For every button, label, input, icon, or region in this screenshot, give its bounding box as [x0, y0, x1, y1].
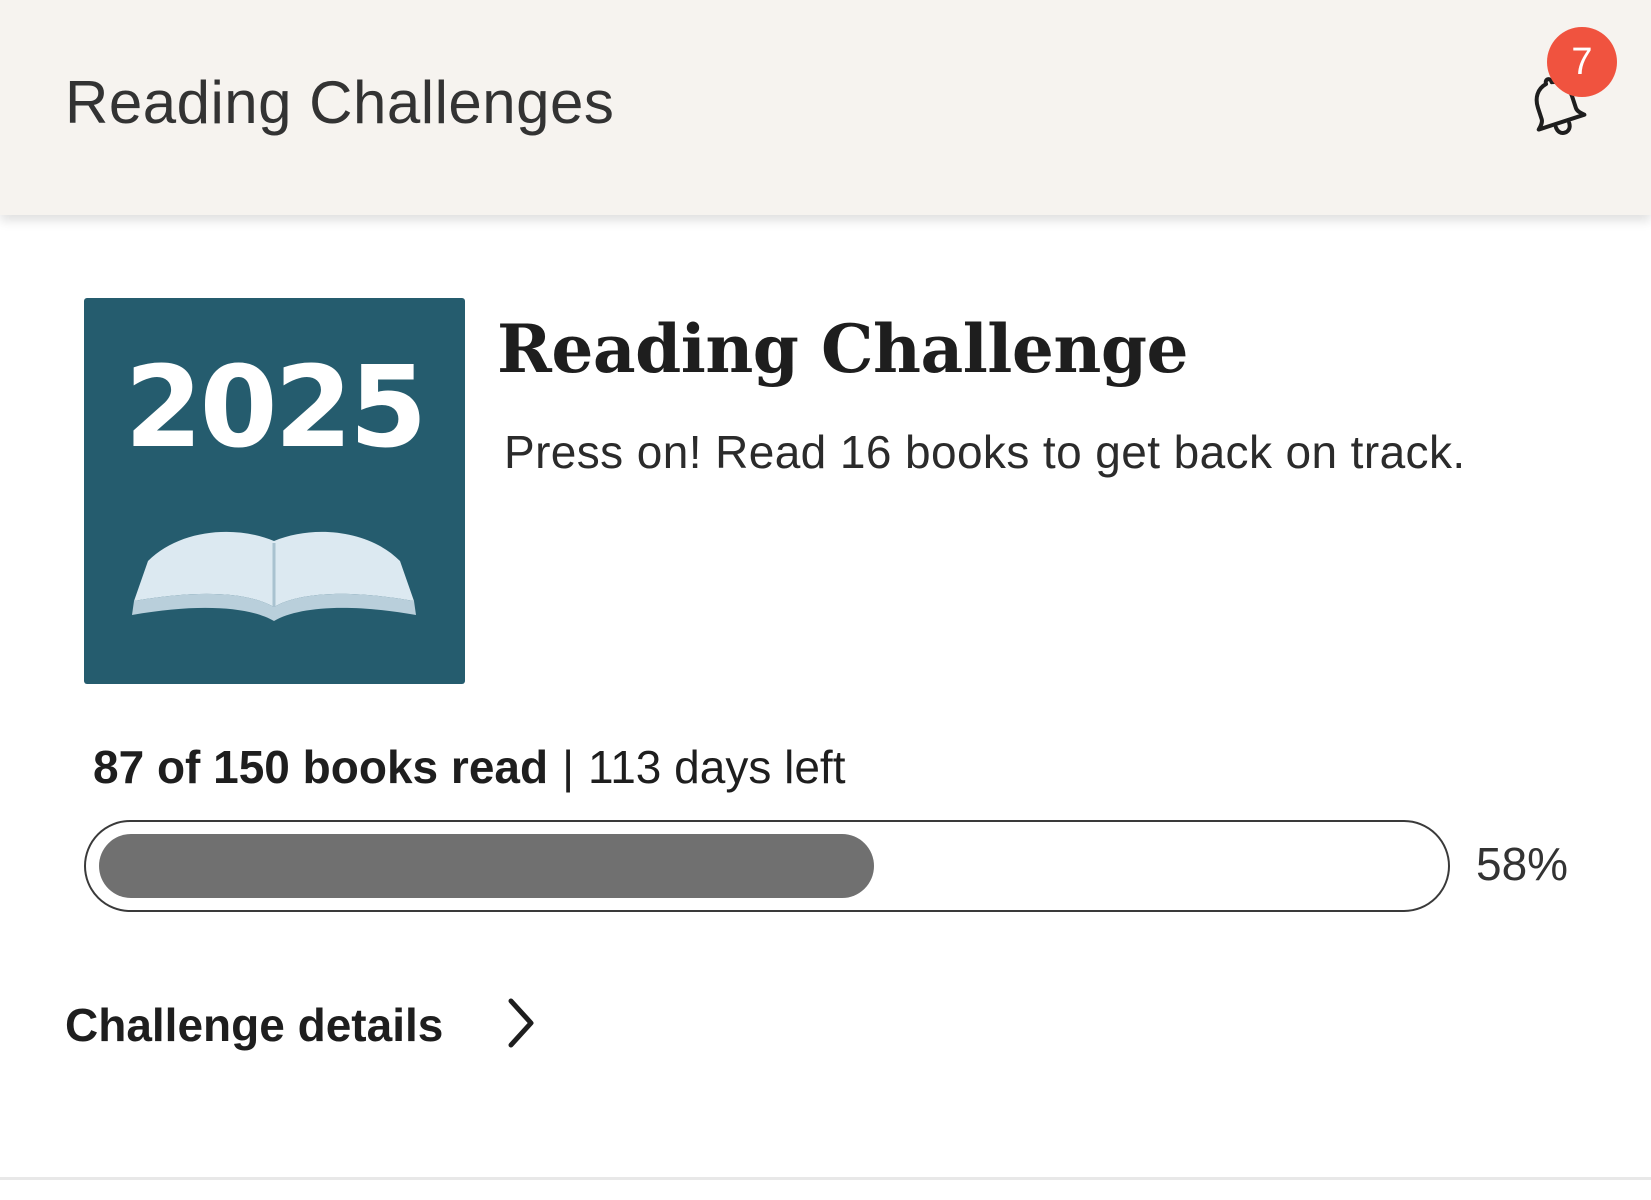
- progress-summary: 87 of 150 books read | 113 days left: [93, 740, 845, 794]
- page-title: Reading Challenges: [65, 69, 615, 136]
- challenge-details-link[interactable]: Challenge details: [65, 980, 537, 1070]
- chevron-right-icon: [505, 997, 537, 1054]
- challenge-details-label: Challenge details: [65, 999, 444, 1051]
- progress-bar-fill: [99, 834, 874, 898]
- progress-bar: [84, 820, 1450, 912]
- open-book-icon: [132, 531, 416, 621]
- challenge-status-message: Press on! Read 16 books to get back on t…: [504, 426, 1466, 478]
- challenge-cover-image[interactable]: 2025: [84, 298, 465, 684]
- days-left: 113 days left: [588, 741, 846, 793]
- challenge-title: Reading Challenge: [497, 310, 1188, 388]
- cover-year: 2025: [124, 343, 428, 473]
- challenge-card: 2025 Reading Challenge Press on! Read 16…: [0, 215, 1651, 1180]
- books-read-count: 87 of 150 books read: [93, 741, 549, 793]
- app-header: Reading Challenges 7: [0, 0, 1651, 215]
- summary-separator: |: [562, 741, 575, 793]
- notification-count-badge: 7: [1547, 27, 1617, 97]
- progress-percent: 58%: [1476, 838, 1569, 890]
- reading-challenges-screen: Reading Challenges 7 2025 Reading Challe…: [0, 0, 1651, 1200]
- bottom-divider: [0, 1177, 1651, 1180]
